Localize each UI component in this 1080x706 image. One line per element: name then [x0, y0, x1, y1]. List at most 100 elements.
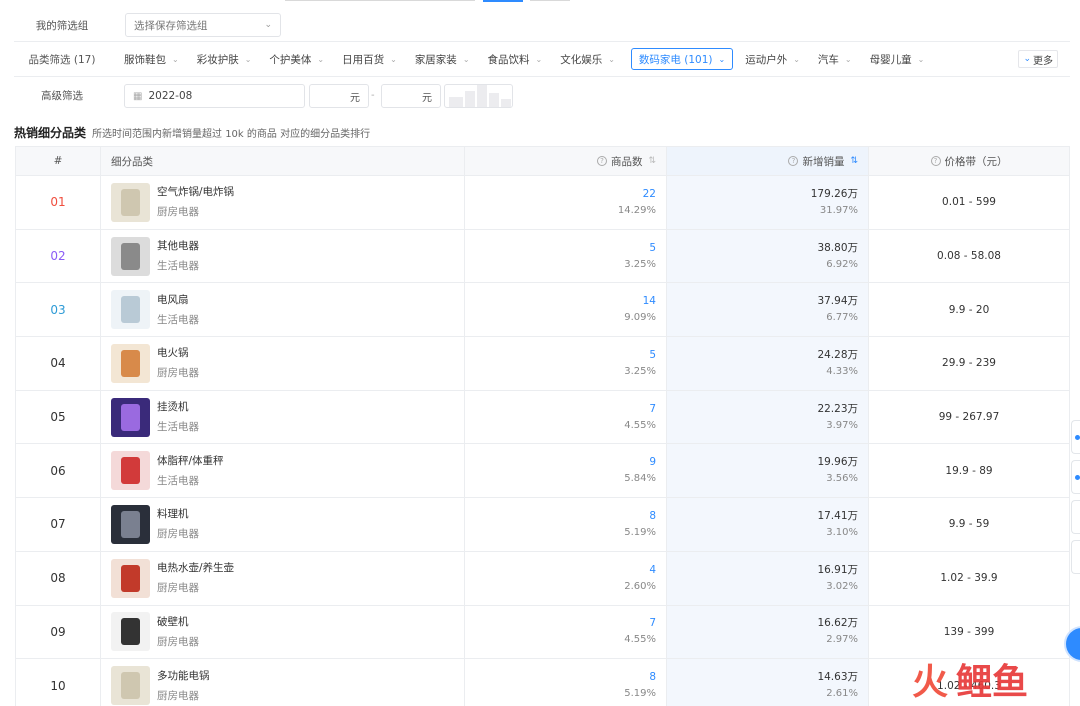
category-cell[interactable]: 电火锅 厨房电器	[100, 337, 464, 390]
count-cell: 5 3.25%	[464, 229, 666, 283]
sort-icon[interactable]: ⇅	[850, 156, 858, 166]
top-primary-button-remnant[interactable]	[483, 0, 523, 2]
sales-percent: 3.56%	[826, 473, 858, 485]
side-tab[interactable]	[1071, 420, 1080, 454]
category-name[interactable]: 电风扇	[157, 293, 199, 307]
rank-number: 09	[50, 624, 66, 639]
more-label: 更多	[1033, 55, 1053, 67]
category-name[interactable]: 多功能电锅	[157, 669, 210, 683]
chevron-down-icon: ⌄	[390, 54, 397, 64]
help-icon[interactable]: ?	[930, 156, 941, 166]
category-name[interactable]: 破壁机	[157, 615, 199, 629]
thumbnail-product-shape	[121, 242, 140, 270]
category-chip[interactable]: 日用百货 ⌄	[342, 48, 397, 70]
category-cell[interactable]: 电风扇 生活电器	[100, 283, 464, 337]
product-count-percent: 14.29%	[617, 204, 656, 216]
product-count-link[interactable]: 7	[649, 402, 656, 416]
product-count-link[interactable]: 7	[649, 616, 656, 630]
category-text: 电火锅 厨房电器	[157, 346, 199, 380]
sort-icon[interactable]: ⇅	[648, 156, 656, 166]
thumbnail-product-shape	[121, 457, 140, 485]
rank-cell: 09	[16, 606, 100, 659]
header-sales[interactable]: ? 新增销量 ⇅	[666, 147, 868, 175]
rank-cell: 05	[16, 391, 100, 444]
saved-filter-select[interactable]: 选择保存筛选组 ⌄	[125, 13, 281, 37]
category-cell[interactable]: 体脂秤/体重秤 生活电器	[100, 444, 464, 498]
table-row[interactable]: 08 电热水壶/养生壶 厨房电器 4 2.60% 16.91万 3.02% 1.02 - 39…	[15, 551, 1070, 606]
sales-value: 17.41万	[817, 509, 858, 522]
help-icon[interactable]: ?	[788, 156, 799, 166]
category-chip[interactable]: 彩妆护肤 ⌄	[197, 48, 252, 70]
price-range: 0.08 - 58.08	[937, 250, 1001, 263]
category-name[interactable]: 电热水壶/养生壶	[157, 561, 234, 575]
price-min-input[interactable]: 元	[309, 84, 369, 108]
price-max-input[interactable]: 元	[381, 84, 441, 108]
parent-category: 厨房电器	[157, 367, 199, 380]
category-chip[interactable]: 运动户外 ⌄	[745, 48, 800, 70]
side-tab-dot-icon	[1075, 475, 1080, 480]
category-name[interactable]: 空气炸锅/电炸锅	[157, 185, 234, 199]
category-cell[interactable]: 其他电器 生活电器	[100, 229, 464, 283]
category-chip-label: 服饰鞋包	[124, 53, 166, 66]
table-row[interactable]: 02 其他电器 生活电器 5 3.25% 38.80万 6.92% 0.08 - 58.08	[15, 229, 1070, 284]
product-count-link[interactable]: 22	[643, 187, 656, 201]
rank-number: 05	[50, 410, 66, 425]
top-input-remnant[interactable]	[285, 0, 475, 1]
thumbnail-product-shape	[121, 349, 140, 377]
header-price: ? 价格带（元）	[868, 147, 1069, 175]
more-button[interactable]: ⌄ 更多	[1018, 50, 1058, 68]
category-cell[interactable]: 空气炸锅/电炸锅 厨房电器	[100, 176, 464, 229]
category-cell[interactable]: 多功能电锅 厨房电器	[100, 659, 464, 706]
category-chip[interactable]: 个护美体 ⌄	[269, 48, 324, 70]
category-cell[interactable]: 挂烫机 生活电器	[100, 390, 464, 444]
price-distribution-chart[interactable]	[444, 84, 513, 108]
category-name[interactable]: 挂烫机	[157, 400, 199, 414]
category-name[interactable]: 料理机	[157, 507, 199, 521]
product-count-link[interactable]: 8	[649, 509, 656, 523]
category-chip[interactable]: 汽车 ⌄	[818, 48, 852, 70]
table-row[interactable]: 05 挂烫机 生活电器 7 4.55% 22.23万 3.97% 99 - 267.97	[15, 390, 1070, 445]
category-name[interactable]: 电火锅	[157, 346, 199, 360]
help-icon[interactable]: ?	[596, 156, 607, 166]
product-thumbnail	[111, 343, 150, 383]
category-name[interactable]: 其他电器	[157, 239, 199, 253]
table-row[interactable]: 01 空气炸锅/电炸锅 厨房电器 22 14.29% 179.26万 31.97% 0.01 …	[15, 176, 1070, 230]
category-name[interactable]: 体脂秤/体重秤	[157, 454, 224, 468]
category-chip[interactable]: 母婴儿童 ⌄	[870, 48, 925, 70]
side-tab[interactable]	[1071, 460, 1080, 494]
category-chip-label: 日用百货	[342, 53, 385, 66]
distribution-bar	[465, 91, 475, 107]
category-cell[interactable]: 破壁机 厨房电器	[100, 605, 464, 659]
table-row[interactable]: 07 料理机 厨房电器 8 5.19% 17.41万 3.10% 9.9 - 59	[15, 498, 1070, 552]
top-toolbar-remnant	[0, 0, 1080, 2]
table-row[interactable]: 04 电火锅 厨房电器 5 3.25% 24.28万 4.33% 29.9 - 239	[15, 337, 1070, 391]
chevron-down-icon: ⌄	[172, 54, 179, 64]
product-count-link[interactable]: 4	[649, 563, 656, 577]
category-chip[interactable]: 文化娱乐 ⌄	[560, 48, 615, 70]
product-count-link[interactable]: 14	[643, 294, 656, 308]
header-count[interactable]: ? 商品数 ⇅	[464, 147, 666, 175]
category-cell[interactable]: 料理机 厨房电器	[100, 498, 464, 551]
product-count-link[interactable]: 8	[649, 670, 656, 684]
table-row[interactable]: 03 电风扇 生活电器 14 9.09% 37.94万 6.77% 9.9 - 20	[15, 283, 1070, 338]
table-row[interactable]: 09 破壁机 厨房电器 7 4.55% 16.62万 2.97% 139 - 399	[15, 605, 1070, 660]
product-count-link[interactable]: 5	[649, 241, 656, 255]
date-picker[interactable]: ▦ 2022-08	[124, 84, 305, 108]
top-secondary-button-remnant[interactable]	[530, 0, 570, 1]
product-count-link[interactable]: 5	[649, 348, 656, 362]
category-chip[interactable]: 家居家装 ⌄	[415, 48, 470, 70]
category-chip[interactable]: 食品饮料 ⌄	[488, 48, 543, 70]
rank-cell: 10	[16, 659, 100, 706]
table-row[interactable]: 06 体脂秤/体重秤 生活电器 9 5.84% 19.96万 3.56% 19.9 - 89	[15, 444, 1070, 499]
rank-number: 06	[50, 463, 66, 478]
side-tab[interactable]	[1071, 500, 1080, 534]
category-chip-label: 彩妆护肤	[196, 53, 239, 66]
category-chip[interactable]: 服饰鞋包 ⌄	[124, 48, 179, 70]
product-count-percent: 4.55%	[624, 634, 656, 646]
category-cell[interactable]: 电热水壶/养生壶 厨房电器	[100, 551, 464, 605]
category-chip[interactable]: 数码家电 (101) ⌄	[630, 48, 734, 70]
side-floating-tabs	[1070, 420, 1080, 574]
product-count-link[interactable]: 9	[649, 455, 656, 469]
side-tab[interactable]	[1071, 540, 1080, 574]
side-tab-dot-icon	[1075, 435, 1080, 440]
